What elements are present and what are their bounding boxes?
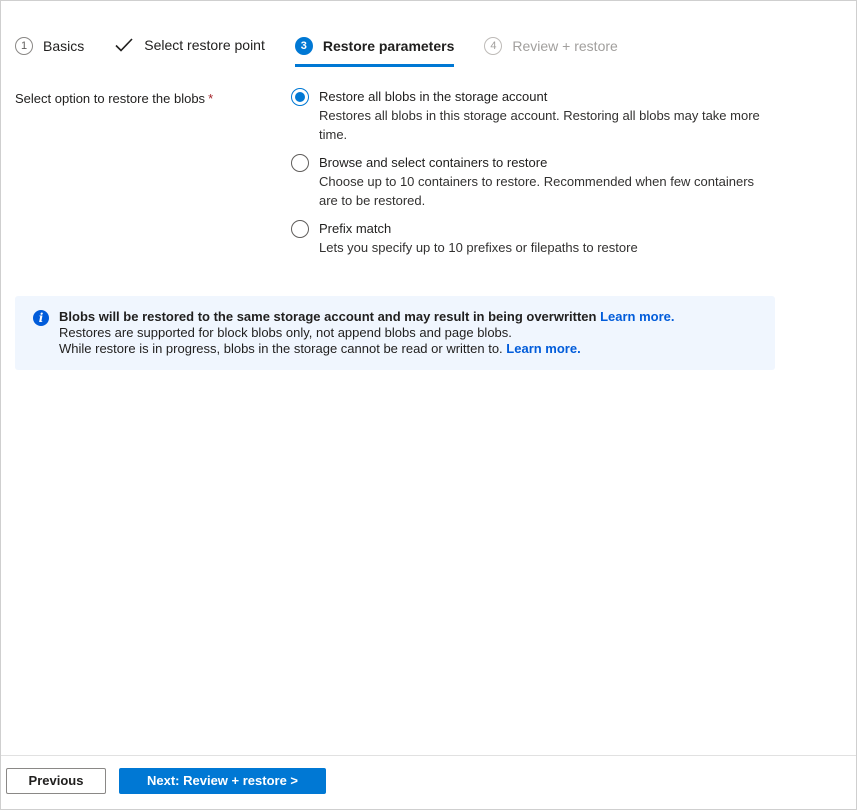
option-prefix-match[interactable]: Prefix match Lets you specify up to 10 p… — [291, 219, 842, 257]
restore-option-form-row: Select option to restore the blobs* Rest… — [1, 67, 856, 266]
previous-button[interactable]: Previous — [6, 768, 106, 794]
info-banner-text: Blobs will be restored to the same stora… — [59, 309, 675, 357]
info-banner: i Blobs will be restored to the same sto… — [15, 296, 775, 370]
learn-more-link-2[interactable]: Learn more. — [506, 341, 580, 356]
info-icon: i — [33, 310, 49, 326]
required-marker: * — [208, 91, 213, 106]
step-4-number-icon: 4 — [484, 37, 502, 55]
step-1-number-icon: 1 — [15, 37, 33, 55]
radio-dot — [295, 92, 305, 102]
radio-unselected-icon[interactable] — [291, 154, 309, 172]
step-3-badge-icon: 3 — [295, 37, 313, 55]
tab-select-restore-point[interactable]: Select restore point — [114, 37, 265, 65]
tab-restore-parameters[interactable]: 3 Restore parameters — [295, 37, 455, 67]
next-review-restore-button[interactable]: Next: Review + restore > — [119, 768, 326, 794]
restore-wizard-page: 1 Basics Select restore point 3 Restore … — [0, 0, 857, 810]
field-label-text: Select option to restore the blobs — [15, 91, 205, 106]
checkmark-icon — [114, 37, 134, 53]
tab-review-restore-label: Review + restore — [512, 38, 617, 54]
tab-basics[interactable]: 1 Basics — [15, 37, 84, 67]
option-browse-containers[interactable]: Browse and select containers to restore … — [291, 153, 842, 210]
option-browse-containers-description: Choose up to 10 containers to restore. R… — [319, 172, 774, 210]
option-restore-all-blobs[interactable]: Restore all blobs in the storage account… — [291, 87, 842, 144]
radio-dot — [295, 158, 305, 168]
learn-more-link-1[interactable]: Learn more. — [600, 309, 674, 324]
radio-unselected-icon[interactable] — [291, 220, 309, 238]
option-text: Browse and select containers to restore … — [319, 153, 842, 210]
wizard-step-tabs: 1 Basics Select restore point 3 Restore … — [1, 1, 856, 67]
wizard-footer: Previous Next: Review + restore > — [1, 755, 856, 809]
info-banner-line-1-bold: Blobs will be restored to the same stora… — [59, 309, 596, 324]
option-prefix-match-label: Prefix match — [319, 219, 842, 238]
tab-basics-label: Basics — [43, 38, 84, 54]
info-banner-line-2: Restores are supported for block blobs o… — [59, 325, 675, 341]
tab-review-restore[interactable]: 4 Review + restore — [484, 37, 617, 67]
option-browse-containers-label: Browse and select containers to restore — [319, 153, 842, 172]
option-restore-all-blobs-description: Restores all blobs in this storage accou… — [319, 106, 774, 144]
restore-option-group: Restore all blobs in the storage account… — [291, 87, 842, 266]
option-prefix-match-description: Lets you specify up to 10 prefixes or fi… — [319, 238, 774, 257]
option-text: Prefix match Lets you specify up to 10 p… — [319, 219, 842, 257]
tab-restore-parameters-label: Restore parameters — [323, 38, 455, 54]
info-banner-line-3: While restore is in progress, blobs in t… — [59, 341, 675, 357]
info-banner-line-1: Blobs will be restored to the same stora… — [59, 309, 675, 325]
info-banner-line-3-text: While restore is in progress, blobs in t… — [59, 341, 503, 356]
tab-select-restore-point-label: Select restore point — [144, 37, 265, 53]
option-text: Restore all blobs in the storage account… — [319, 87, 842, 144]
restore-option-field-label: Select option to restore the blobs* — [15, 87, 291, 108]
radio-selected-icon[interactable] — [291, 88, 309, 106]
radio-dot — [295, 224, 305, 234]
option-restore-all-blobs-label: Restore all blobs in the storage account — [319, 87, 842, 106]
